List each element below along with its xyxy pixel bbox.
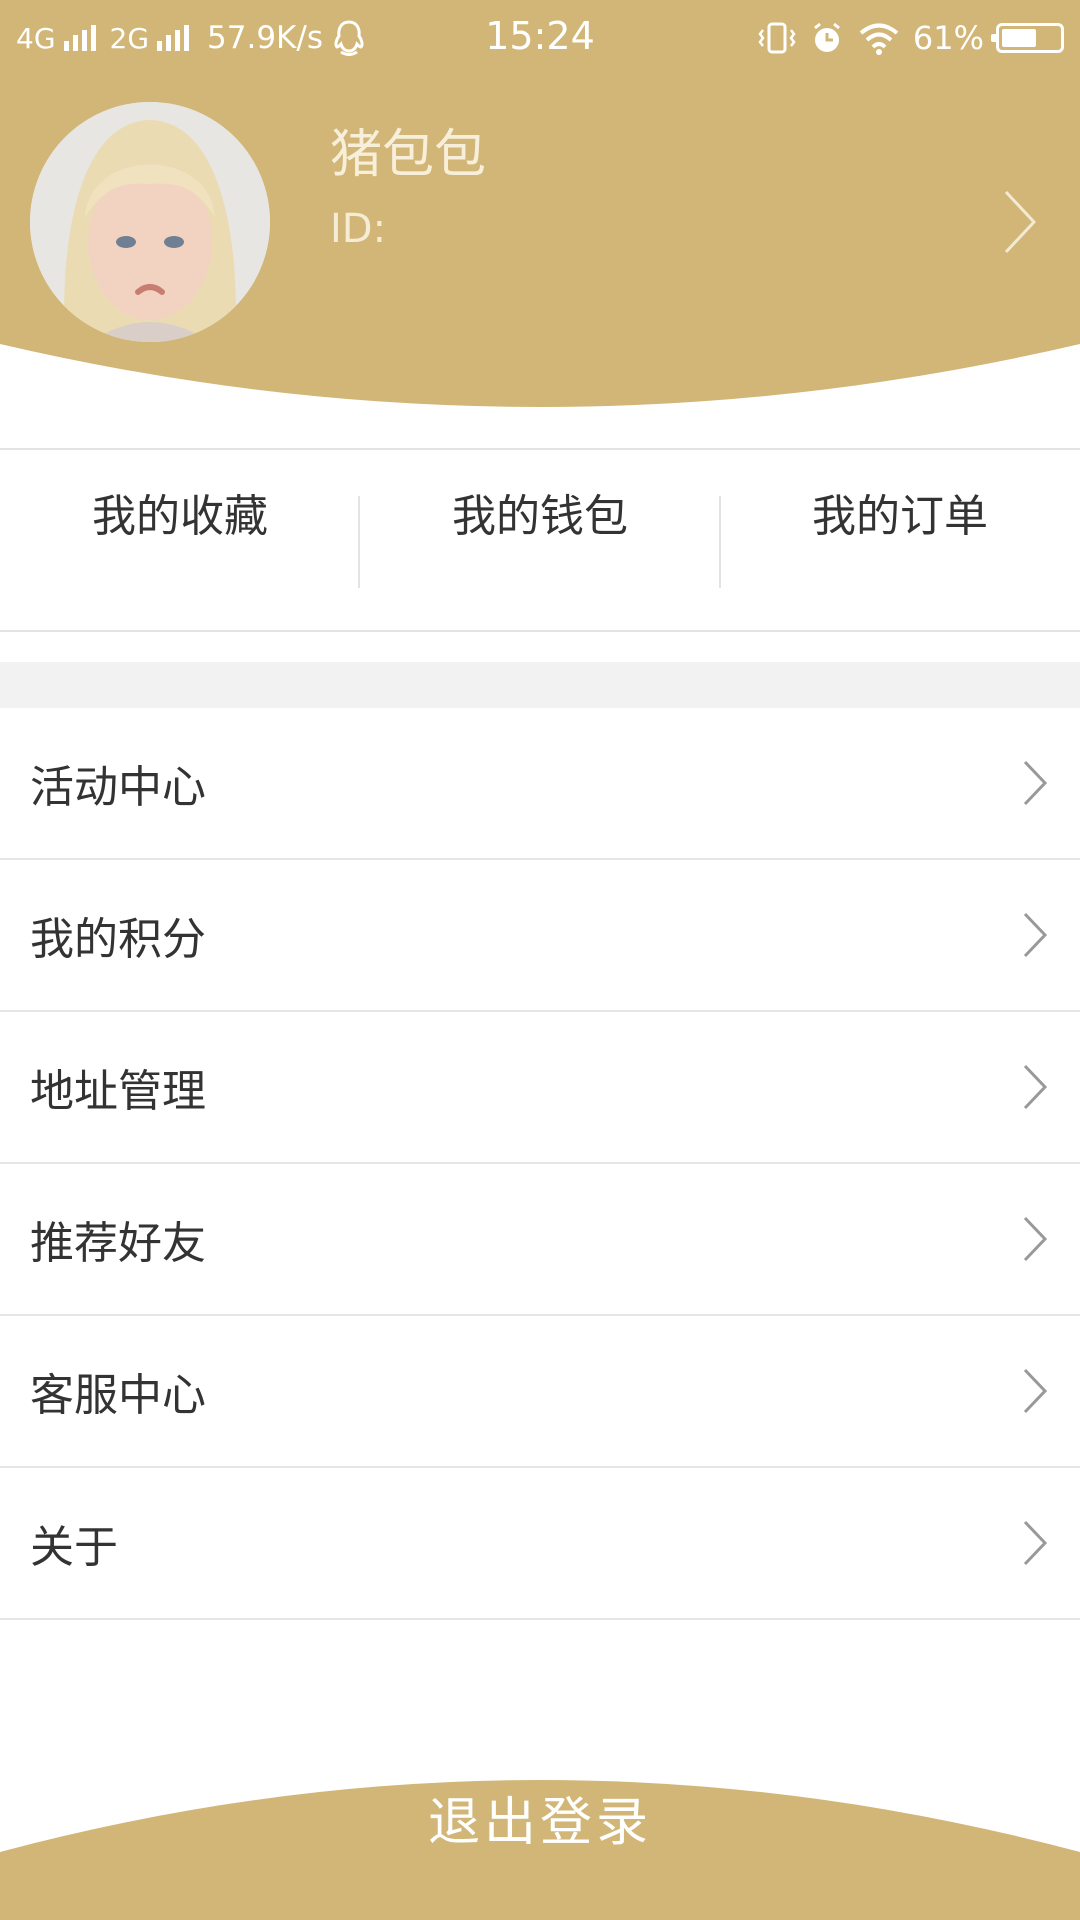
menu-item-customer-service[interactable]: 客服中心 — [0, 1316, 1080, 1468]
menu-item-about[interactable]: 关于 — [0, 1468, 1080, 1620]
chevron-right-icon — [1023, 1064, 1048, 1110]
logout-label: 退出登录 — [427, 1793, 652, 1853]
quick-action-label: 我的钱包 — [452, 491, 628, 542]
chevron-right-icon — [1023, 912, 1048, 958]
chevron-right-icon — [1023, 760, 1048, 806]
section-separator — [0, 662, 1080, 708]
quick-actions: 我的收藏 我的钱包 我的订单 — [0, 448, 1080, 632]
battery-icon — [991, 23, 1064, 53]
quick-action-favorites[interactable]: 我的收藏 — [0, 450, 360, 630]
quick-divider — [719, 496, 721, 588]
menu-item-label: 客服中心 — [30, 1370, 206, 1421]
battery-level — [1002, 29, 1037, 47]
chevron-right-icon[interactable] — [1000, 188, 1040, 256]
menu-item-refer-friends[interactable]: 推荐好友 — [0, 1164, 1080, 1316]
menu-item-label: 地址管理 — [30, 1066, 206, 1117]
chevron-right-icon — [1023, 1520, 1048, 1566]
status-bar: 4G 2G 57.9K/s 15:24 61% — [0, 0, 1080, 76]
status-bar-right: 61% — [757, 16, 1064, 60]
profile-page: 4G 2G 57.9K/s 15:24 61% 猪包包 ID: 我的收藏 我的钱… — [0, 0, 1080, 1920]
menu-item-activity-center[interactable]: 活动中心 — [0, 708, 1080, 860]
quick-action-label: 我的收藏 — [92, 491, 268, 542]
avatar-photo — [30, 102, 270, 342]
menu-item-label: 我的积分 — [30, 914, 206, 965]
wifi-icon — [859, 23, 899, 55]
quick-action-label: 我的订单 — [812, 491, 988, 542]
avatar[interactable] — [30, 102, 270, 342]
menu-list: 活动中心 我的积分 地址管理 推荐好友 客服中心 关于 — [0, 708, 1080, 1620]
profile-id-label: ID: — [330, 206, 387, 252]
quick-action-wallet[interactable]: 我的钱包 — [360, 450, 720, 630]
battery-percent: 61% — [912, 19, 984, 57]
alarm-icon — [813, 22, 840, 52]
menu-item-label: 关于 — [30, 1522, 118, 1573]
menu-item-label: 推荐好友 — [30, 1218, 206, 1269]
menu-item-address[interactable]: 地址管理 — [0, 1012, 1080, 1164]
chevron-right-icon — [1023, 1368, 1048, 1414]
quick-divider — [358, 496, 360, 588]
quick-action-orders[interactable]: 我的订单 — [720, 450, 1080, 630]
vibrate-icon — [758, 22, 796, 54]
menu-item-points[interactable]: 我的积分 — [0, 860, 1080, 1012]
profile-name: 猪包包 — [330, 125, 487, 185]
chevron-right-icon — [1023, 1216, 1048, 1262]
menu-item-label: 活动中心 — [30, 762, 206, 813]
